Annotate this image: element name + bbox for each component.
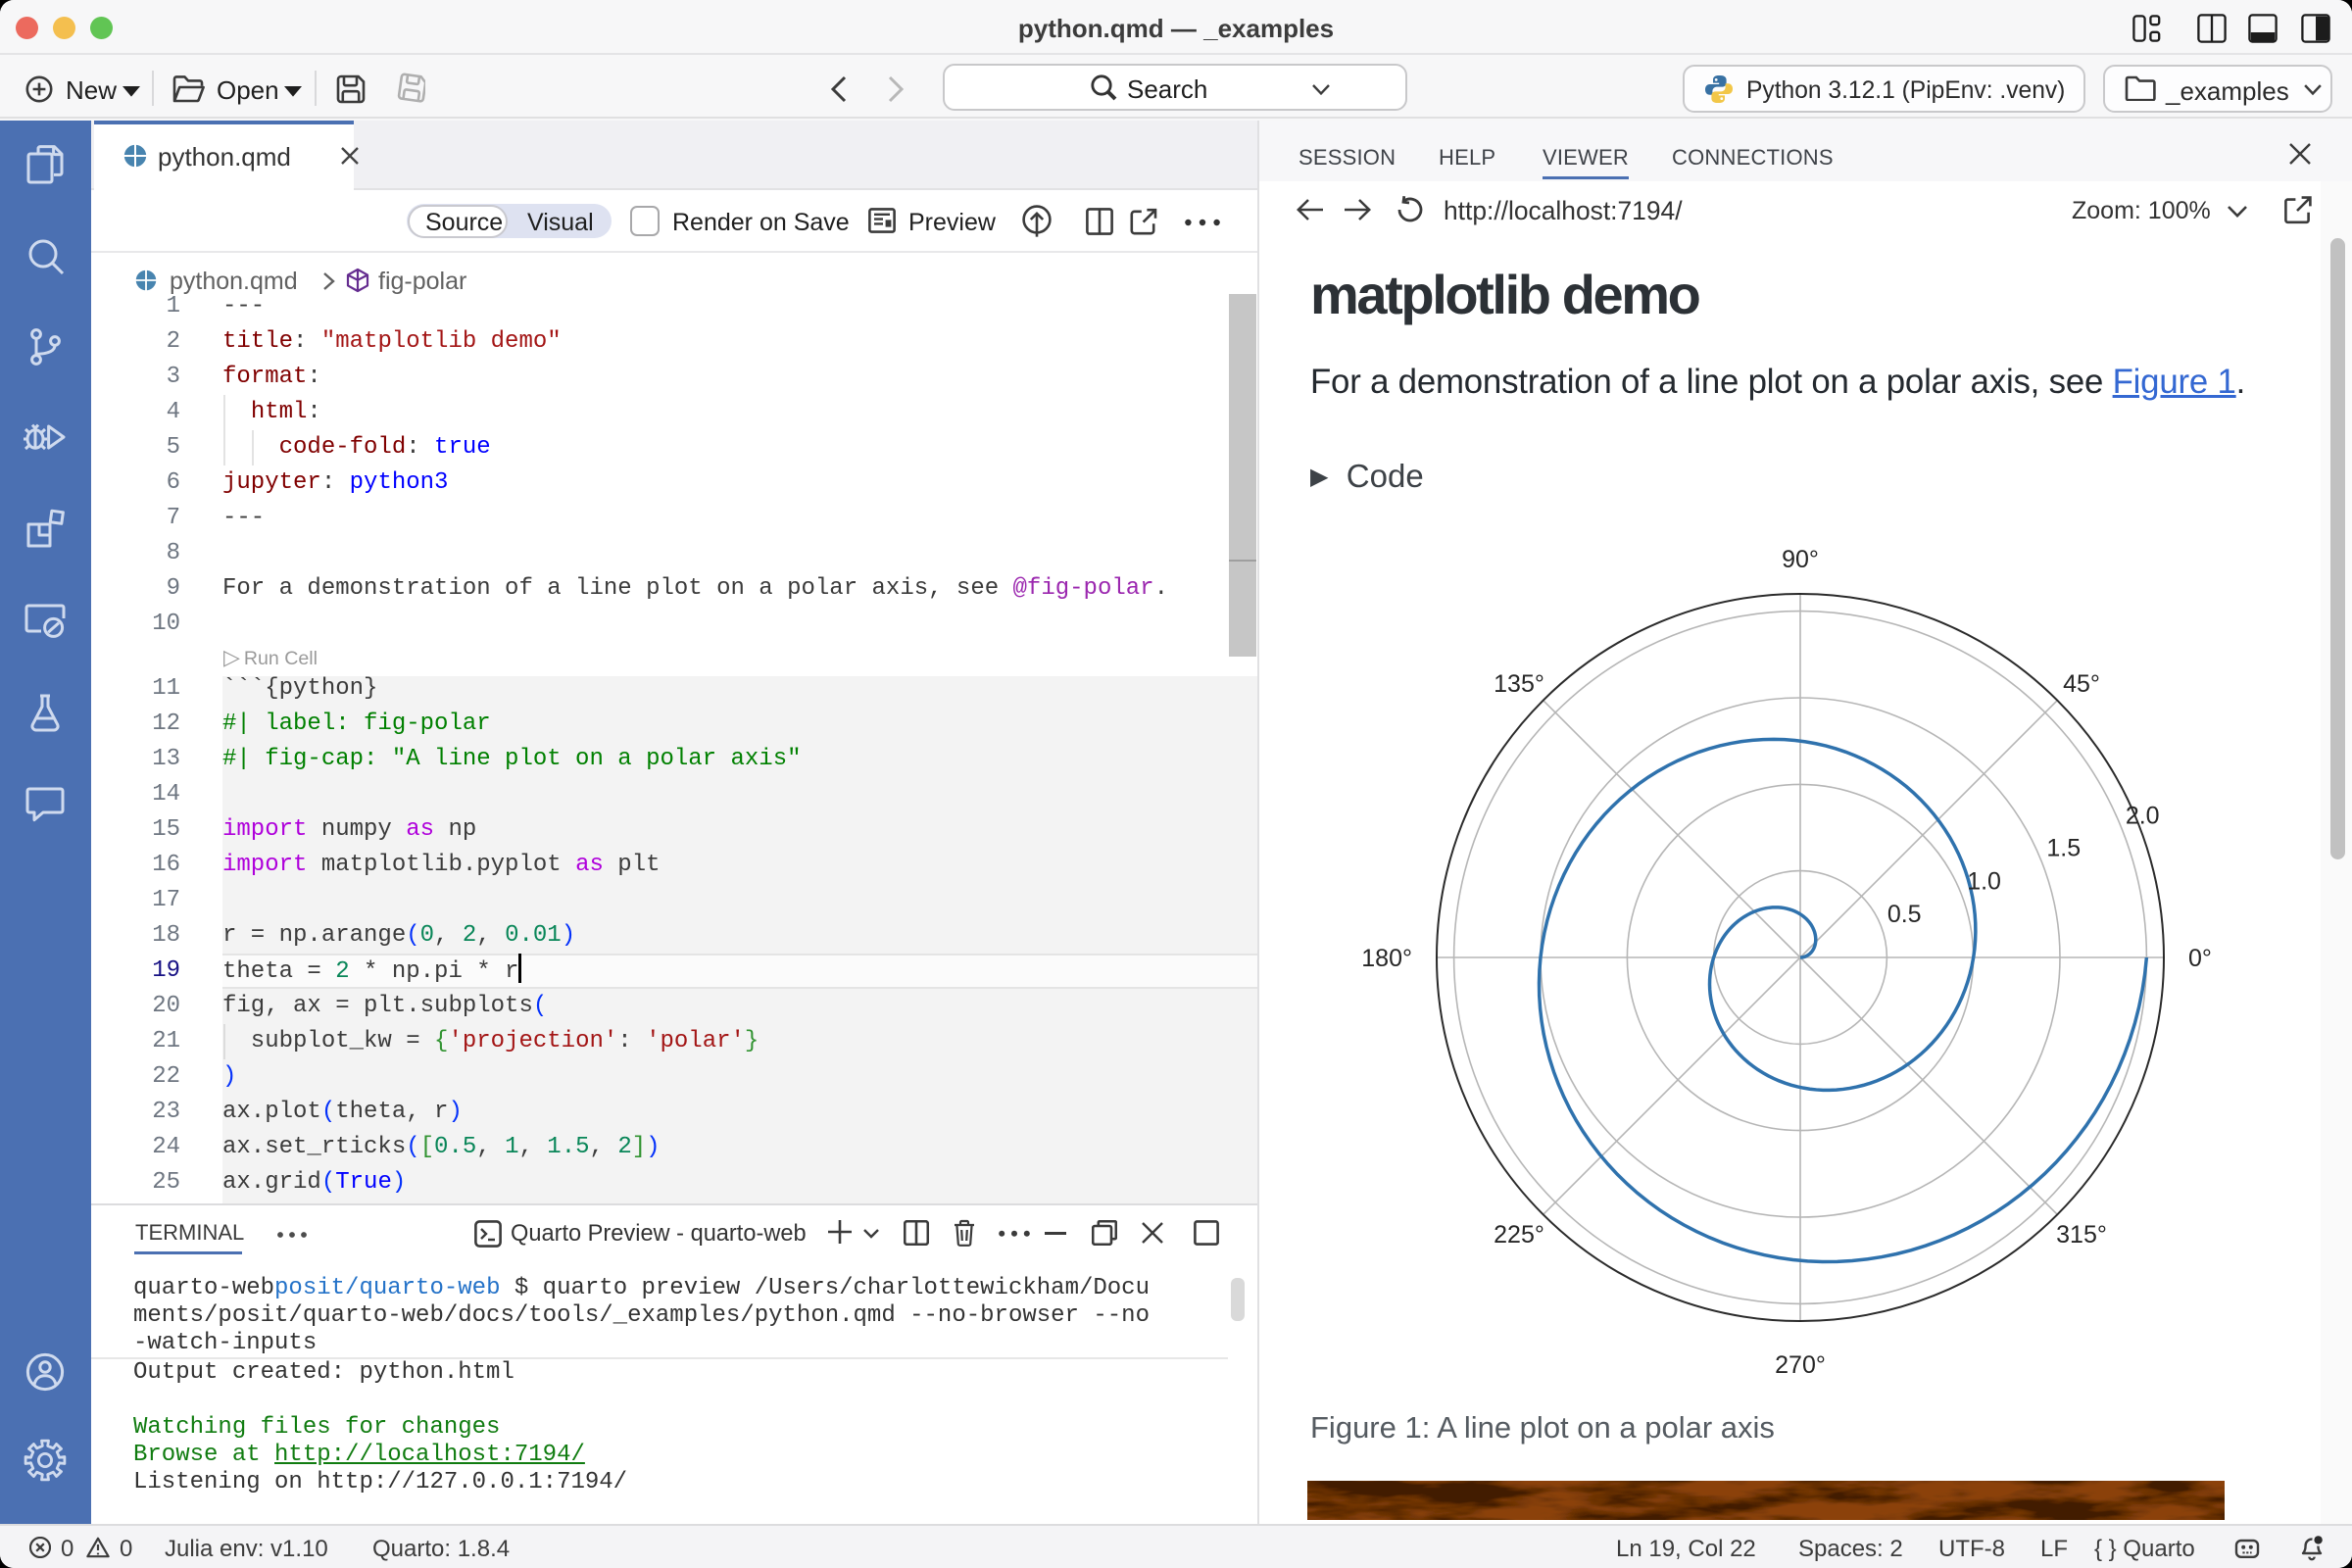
svg-text:1.0: 1.0 [1967, 867, 2001, 895]
svg-text:0.5: 0.5 [1887, 901, 1922, 928]
svg-text:2.0: 2.0 [2126, 802, 2160, 829]
svg-text:270°: 270° [1775, 1351, 1826, 1379]
svg-text:180°: 180° [1361, 945, 1412, 972]
svg-text:90°: 90° [1782, 546, 1819, 573]
svg-text:1.5: 1.5 [2046, 835, 2081, 862]
svg-text:225°: 225° [1494, 1221, 1544, 1249]
svg-text:135°: 135° [1494, 670, 1544, 698]
svg-text:0°: 0° [2188, 945, 2212, 972]
svg-text:45°: 45° [2063, 670, 2100, 698]
svg-text:315°: 315° [2056, 1221, 2107, 1249]
